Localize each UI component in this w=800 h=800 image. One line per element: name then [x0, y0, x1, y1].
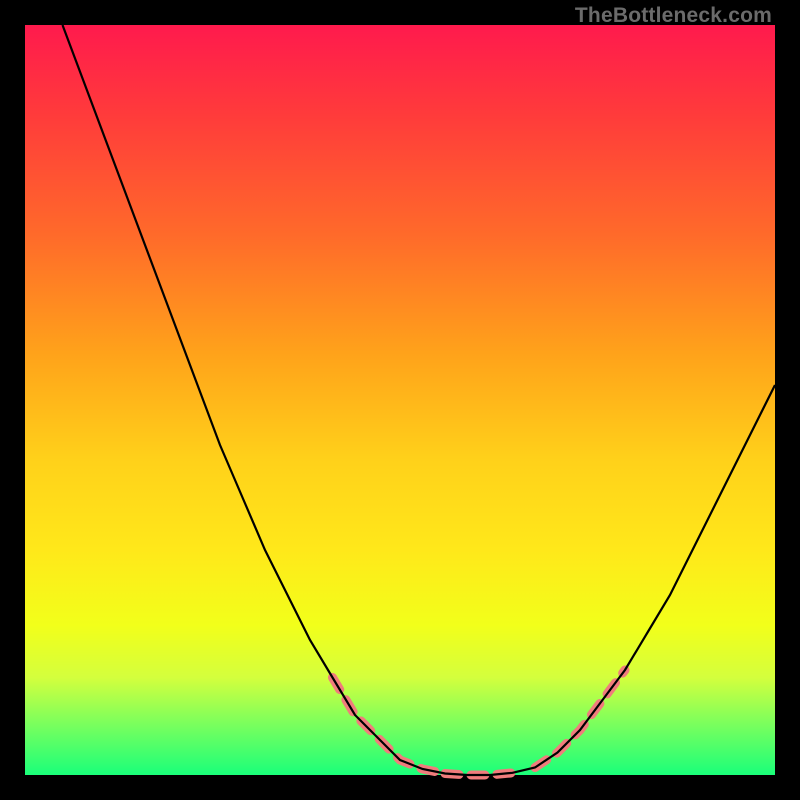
chart-frame — [25, 25, 775, 775]
curve-dashed-right — [535, 670, 625, 768]
curve-main — [63, 25, 776, 775]
bottleneck-chart — [25, 25, 775, 775]
watermark-text: TheBottleneck.com — [575, 4, 772, 28]
curve-dashed-left — [333, 678, 446, 774]
